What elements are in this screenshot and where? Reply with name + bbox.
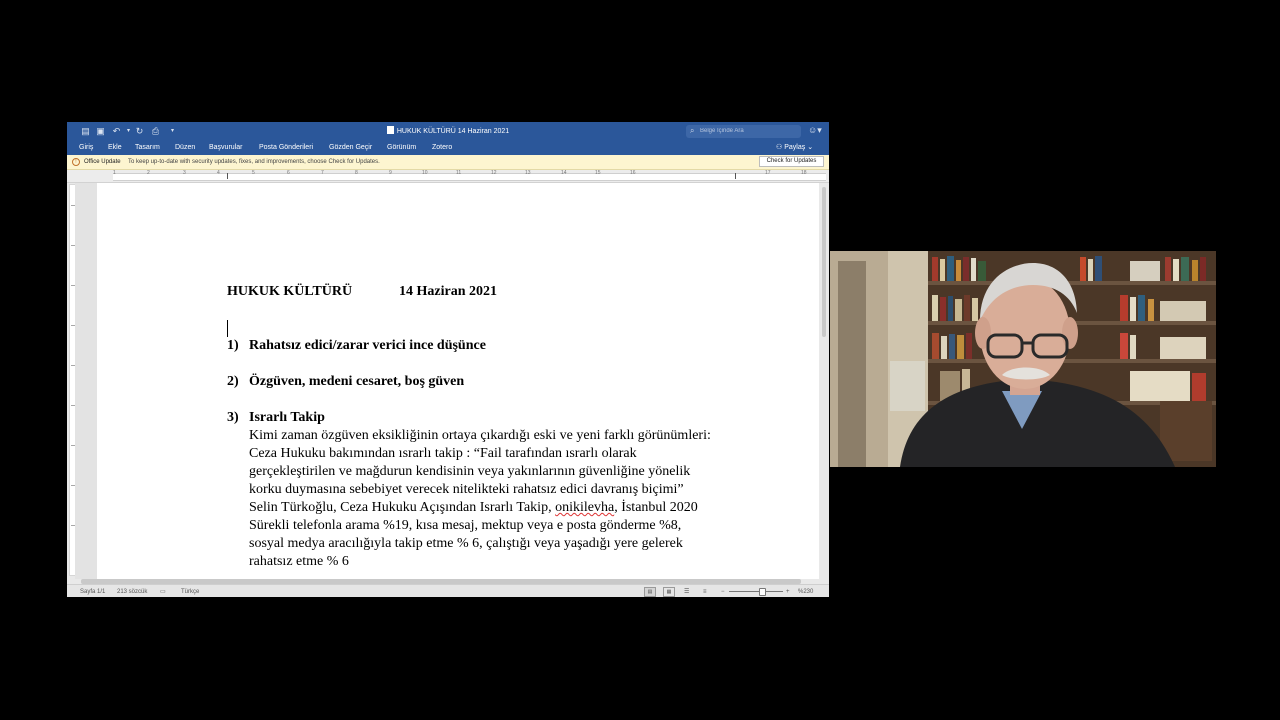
feedback-smiley-icon[interactable]: ☺▾ bbox=[808, 125, 822, 136]
ruler-number: 18 bbox=[801, 170, 807, 176]
ruler-number: 5 bbox=[252, 170, 255, 176]
left-indent-marker[interactable] bbox=[227, 173, 228, 179]
paragraph-line: rahatsız etme % 6 bbox=[249, 554, 349, 569]
ruler-number: 4 bbox=[217, 170, 220, 176]
list-number: 2) bbox=[227, 374, 239, 389]
word-window: ▤ ▣ ↶ ▾ ↻ ⎙ ▾ HUKUK KÜLTÜRÜ 14 Haziran 2… bbox=[67, 122, 829, 597]
heading-title: HUKUK KÜLTÜRÜ bbox=[227, 284, 353, 299]
text-cursor bbox=[227, 320, 228, 337]
list-item: 2) Özgüven, medeni cesaret, boş güven bbox=[227, 373, 464, 391]
ruler-number: 14 bbox=[561, 170, 567, 176]
check-for-updates-button[interactable]: Check for Updates bbox=[759, 156, 824, 167]
citation-tail: , İstanbul 2020 bbox=[614, 500, 698, 515]
tab-giris[interactable]: Giriş bbox=[79, 143, 93, 153]
chevron-down-icon: ⌄ bbox=[805, 144, 814, 151]
ruler-number: 15 bbox=[595, 170, 601, 176]
sofa bbox=[890, 361, 925, 411]
paragraph-line: sosyal medya aracılığıyla takip etme % 6… bbox=[249, 536, 683, 551]
status-bar: Sayfa 1/1 213 sözcük ▭ Türkçe ▤ ▦ ☰ ≡ − … bbox=[67, 584, 829, 597]
ruler-number: 2 bbox=[147, 170, 150, 176]
webcam-video bbox=[830, 251, 1216, 467]
tab-gorunum[interactable]: Görünüm bbox=[387, 143, 416, 153]
ruler-number: 10 bbox=[422, 170, 428, 176]
document-canvas: HUKUK KÜLTÜRÜ 14 Haziran 2021 1) Rahatsız… bbox=[75, 183, 819, 579]
ruler-number: 1 bbox=[113, 170, 116, 176]
tab-posta-gonderileri[interactable]: Posta Gönderileri bbox=[259, 143, 313, 153]
document-heading: HUKUK KÜLTÜRÜ 14 Haziran 2021 bbox=[227, 283, 497, 301]
tab-gozden-gecir[interactable]: Gözden Geçir bbox=[329, 143, 372, 153]
list-number: 3) bbox=[227, 410, 239, 425]
tab-ekle[interactable]: Ekle bbox=[108, 143, 122, 153]
ruler-number: 13 bbox=[525, 170, 531, 176]
outline-view-icon[interactable]: ☰ bbox=[684, 588, 689, 596]
zoom-out-icon[interactable]: − bbox=[721, 588, 725, 596]
tab-tasarim[interactable]: Tasarım bbox=[135, 143, 160, 153]
vertical-scrollbar[interactable] bbox=[822, 187, 826, 337]
ruler-number: 9 bbox=[389, 170, 392, 176]
word-count[interactable]: 213 sözcük bbox=[117, 588, 147, 596]
ruler-number: 3 bbox=[183, 170, 186, 176]
document-title: HUKUK KÜLTÜRÜ 14 Haziran 2021 bbox=[396, 128, 510, 135]
list-number: 1) bbox=[227, 338, 239, 353]
zoom-slider[interactable] bbox=[729, 591, 783, 592]
webcam-scene bbox=[830, 251, 1216, 467]
ruler-number: 12 bbox=[491, 170, 497, 176]
citation-text: Selin Türkoğlu, Ceza Hukuku Açışından Is… bbox=[249, 500, 556, 515]
tab-basvurular[interactable]: Başvurular bbox=[209, 143, 242, 153]
ruler-number: 8 bbox=[355, 170, 358, 176]
document-icon bbox=[386, 126, 394, 134]
update-message: To keep up-to-date with security updates… bbox=[128, 159, 380, 165]
share-icon: ⚇ bbox=[776, 144, 785, 151]
warning-icon: ! bbox=[72, 158, 80, 166]
list-item: 3) Israrlı Takip bbox=[227, 409, 325, 427]
horizontal-ruler[interactable]: 1 2 3 4 5 6 7 8 9 10 11 12 13 14 15 16 1… bbox=[67, 170, 829, 183]
ruler-number: 6 bbox=[287, 170, 290, 176]
ruler-number: 11 bbox=[456, 170, 462, 176]
proofing-icon[interactable]: ▭ bbox=[160, 588, 166, 596]
list-title: Israrlı Takip bbox=[249, 410, 325, 425]
list-item: 1) Rahatsız edici/zarar verici ince düşün… bbox=[227, 337, 486, 355]
tab-duzen[interactable]: Düzen bbox=[175, 143, 195, 153]
share-label: Paylaş bbox=[784, 144, 806, 151]
paragraph-line: Sürekli telefonla arama %19, kısa mesaj,… bbox=[249, 518, 682, 533]
paragraph-line: Selin Türkoğlu, Ceza Hukuku Açışından Is… bbox=[249, 499, 698, 517]
office-update-bar: ! Office Update To keep up-to-date with … bbox=[67, 155, 829, 170]
zoom-slider-knob[interactable] bbox=[759, 588, 766, 596]
web-layout-view-icon[interactable]: ▦ bbox=[663, 587, 675, 597]
search-icon: ⌕ bbox=[690, 126, 695, 135]
document-page[interactable]: HUKUK KÜLTÜRÜ 14 Haziran 2021 1) Rahatsız… bbox=[97, 183, 819, 579]
page-count[interactable]: Sayfa 1/1 bbox=[80, 588, 105, 596]
spellcheck-word[interactable]: onikilevha bbox=[555, 500, 614, 515]
heading-date: 14 Haziran 2021 bbox=[399, 284, 497, 299]
zoom-level[interactable]: %230 bbox=[798, 588, 813, 596]
search-box[interactable]: ⌕ bbox=[686, 125, 801, 138]
right-indent-marker[interactable] bbox=[735, 173, 736, 179]
ruler-number: 16 bbox=[630, 170, 636, 176]
paragraph-line: Kimi zaman özgüven eksikliğinin ortaya ç… bbox=[249, 428, 711, 443]
share-button[interactable]: ⚇ Paylaş ⌄ bbox=[776, 143, 813, 151]
chair bbox=[1160, 401, 1212, 461]
paragraph-line: Ceza Hukuku bakımından ısrarlı takip : “… bbox=[249, 446, 637, 461]
draft-view-icon[interactable]: ≡ bbox=[703, 588, 707, 596]
paragraph-line: gerçekleştirilen ve mağdurun kendisinin … bbox=[249, 464, 691, 479]
paragraph-line: korku duymasına sebebiyet verecek niteli… bbox=[249, 482, 684, 497]
ribbon-tabs: Giriş Ekle Tasarım Düzen Başvurular Post… bbox=[67, 141, 829, 155]
title-bar: ▤ ▣ ↶ ▾ ↻ ⎙ ▾ HUKUK KÜLTÜRÜ 14 Haziran 2… bbox=[67, 122, 829, 141]
search-input[interactable] bbox=[700, 126, 796, 136]
ruler-number: 17 bbox=[765, 170, 771, 176]
update-title: Office Update bbox=[84, 159, 121, 165]
list-title: Rahatsız edici/zarar verici ince düşünce bbox=[249, 338, 486, 353]
zoom-in-icon[interactable]: + bbox=[786, 588, 790, 596]
list-title: Özgüven, medeni cesaret, boş güven bbox=[249, 374, 465, 389]
tab-zotero[interactable]: Zotero bbox=[432, 143, 452, 153]
ruler-number: 7 bbox=[321, 170, 324, 176]
language[interactable]: Türkçe bbox=[181, 588, 199, 596]
print-layout-view-icon[interactable]: ▤ bbox=[644, 587, 656, 597]
